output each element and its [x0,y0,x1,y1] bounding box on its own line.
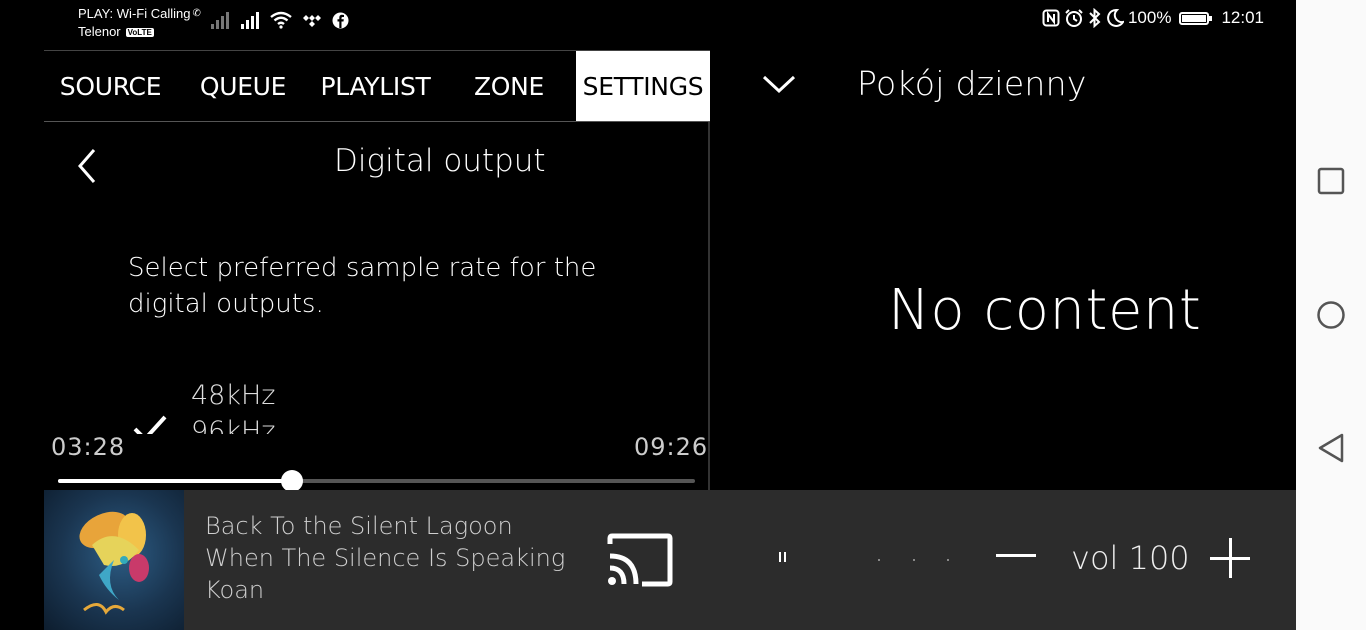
volume-label: vol 100 [1071,539,1190,577]
artist-name: Koan [205,576,265,604]
elapsed-time: 03:28 [51,433,126,461]
progress-slider[interactable] [58,470,695,492]
tab-settings[interactable]: SETTINGS [576,51,710,121]
main-tabs: SOURCE QUEUE PLAYLIST ZONE SETTINGS [44,50,710,122]
carrier-line1: PLAY: Wi-Fi Calling [78,6,191,21]
volume-down-icon[interactable] [996,534,1038,576]
status-icons-left [210,11,349,29]
progress-knob[interactable] [280,470,303,492]
tidal-icon [303,15,321,27]
bluetooth-icon [1089,8,1101,28]
volume-up-icon[interactable] [1210,538,1252,580]
tab-settings-label: SETTINGS [582,71,704,101]
panel-title: Digital output [334,143,546,179]
total-time: 09:26 [634,433,709,461]
tab-source-label: SOURCE [59,71,162,101]
zone-name[interactable]: Pokój dzienny [857,64,1087,103]
wifi-calling-icon: ✆ [192,8,201,19]
panel-description: Select preferred sample rate for the dig… [128,253,597,319]
clock: 12:01 [1221,8,1264,27]
sample-rate-list: 48kHz 96kHz [44,372,708,434]
control-dot [913,559,915,561]
android-nav-bar [1296,0,1366,630]
checkmark-icon [133,415,167,434]
do-not-disturb-icon [1107,8,1124,27]
recent-apps-icon[interactable] [1316,166,1346,196]
home-icon[interactable] [1316,300,1346,330]
battery-percent: 100% [1127,8,1172,27]
cast-icon[interactable] [606,532,674,588]
tab-queue-label: QUEUE [199,71,287,101]
tab-zone[interactable]: ZONE [442,51,576,121]
carrier-line2: Telenor [78,24,121,39]
battery-icon [1179,11,1213,25]
carrier-info: PLAY: Wi-Fi Calling ✆ Telenor VoLTE [78,5,201,41]
player-bar: Back To the Silent Lagoon When The Silen… [44,490,1296,630]
facebook-icon [332,12,349,29]
battery-fill [1182,14,1207,22]
album-art-graphic [79,511,149,615]
signal-icon [241,12,259,29]
album-title: When The Silence Is Speaking [205,544,566,572]
sim-signal-icon [211,12,229,29]
tab-playlist[interactable]: PLAYLIST [309,51,442,121]
alarm-icon [1065,9,1083,27]
control-dot [947,559,949,561]
track-title: Back To the Silent Lagoon [205,512,513,540]
tab-source[interactable]: SOURCE [44,51,177,121]
tab-playlist-label: PLAYLIST [320,71,431,101]
pause-icon[interactable] [779,552,787,562]
nfc-icon [1042,9,1060,27]
back-nav-icon[interactable] [1316,432,1346,464]
tab-zone-label: ZONE [473,71,545,101]
option-48khz[interactable]: 48kHz [191,380,275,411]
volte-badge: VoLTE [125,27,154,37]
zone-chevron-down-icon[interactable] [761,72,797,96]
panel-divider [708,122,710,490]
back-arrow-icon[interactable] [72,146,104,186]
progress-fill [58,479,292,483]
control-dot [878,559,880,561]
wifi-icon [270,11,292,29]
no-content-message: No content [888,278,1202,343]
track-info[interactable]: Back To the Silent Lagoon When The Silen… [205,510,565,606]
album-art[interactable] [44,490,184,630]
tab-queue[interactable]: QUEUE [177,51,309,121]
status-icons-right: 100% 12:01 [1042,8,1264,28]
option-96khz[interactable]: 96kHz [191,416,275,434]
